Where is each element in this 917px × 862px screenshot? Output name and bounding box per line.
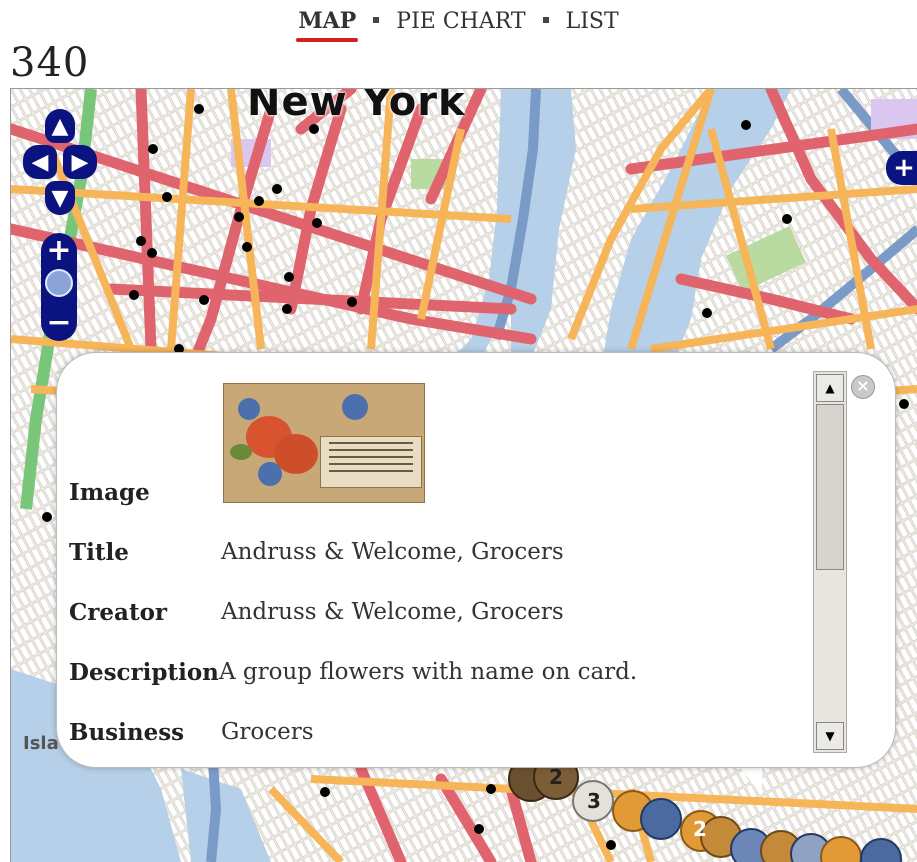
- cluster-count[interactable]: 3: [587, 789, 601, 813]
- result-count: 340: [10, 40, 90, 86]
- field-value: Andruss & Welcome, Grocers: [221, 599, 564, 625]
- tab-separator: [542, 16, 549, 23]
- scroll-down-button[interactable]: ▼: [816, 722, 844, 750]
- popup-scrollbar[interactable]: ▲ ▼: [813, 371, 847, 753]
- scroll-thumb[interactable]: [816, 404, 844, 570]
- zoom-in-button[interactable]: +: [41, 233, 77, 268]
- view-tabs: MAP PIE CHART LIST: [0, 8, 917, 42]
- popup-content: Image Title Andruss & Welcome, Grocers C…: [69, 373, 809, 753]
- triangle-down-icon: ▼: [825, 729, 835, 743]
- item-image[interactable]: [223, 383, 425, 503]
- tab-list[interactable]: LIST: [564, 9, 621, 34]
- field-label: Creator: [69, 599, 168, 626]
- triangle-up-icon: ▲: [51, 113, 69, 139]
- pan-control: ▲ ◀ ▶ ▼: [23, 109, 97, 219]
- zoom-world-globe-icon[interactable]: [45, 269, 73, 297]
- close-icon[interactable]: ×: [851, 375, 875, 399]
- triangle-right-icon: ▶: [71, 149, 89, 175]
- city-label: New York: [247, 88, 466, 125]
- trade-card-nameplate: [320, 436, 422, 488]
- field-label: Business: [69, 719, 185, 746]
- pan-left-button[interactable]: ◀: [23, 145, 57, 179]
- zoom-control: + −: [41, 233, 77, 341]
- district-label: Isla: [23, 733, 59, 754]
- pan-down-button[interactable]: ▼: [45, 181, 75, 215]
- pan-up-button[interactable]: ▲: [45, 109, 75, 143]
- field-label: Image: [69, 479, 150, 506]
- pan-right-button[interactable]: ▶: [63, 145, 97, 179]
- cluster-count[interactable]: 2: [549, 765, 563, 789]
- field-value: A group flowers with name on card.: [219, 659, 638, 685]
- zoom-out-button[interactable]: −: [41, 305, 77, 340]
- field-value: Andruss & Welcome, Grocers: [221, 539, 564, 565]
- tab-map[interactable]: MAP: [296, 8, 359, 42]
- triangle-down-icon: ▼: [51, 185, 69, 211]
- tab-separator: [373, 16, 380, 23]
- field-label: Title: [69, 539, 129, 566]
- layer-switcher-button[interactable]: +: [886, 151, 917, 185]
- cluster-count[interactable]: 2: [693, 817, 707, 841]
- field-value: Grocers: [221, 719, 314, 745]
- triangle-left-icon: ◀: [31, 149, 49, 175]
- tab-pie-chart[interactable]: PIE CHART: [394, 9, 527, 34]
- scroll-up-button[interactable]: ▲: [816, 374, 844, 402]
- info-popup: × Image Title Andruss & Welcome, Grocers…: [56, 352, 896, 768]
- triangle-up-icon: ▲: [825, 381, 835, 395]
- field-label: Description: [69, 659, 219, 686]
